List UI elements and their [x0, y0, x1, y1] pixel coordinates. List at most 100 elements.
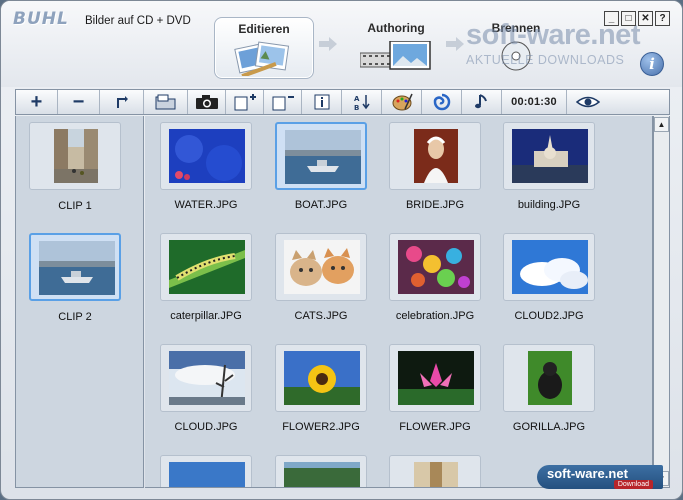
arrow-right-icon: [319, 37, 337, 51]
image-thumbnail[interactable]: [275, 344, 367, 412]
image-tile[interactable]: BOAT.JPG: [275, 122, 367, 211]
rotate-button[interactable]: [100, 90, 144, 114]
image-tile[interactable]: celebration.JPG: [389, 233, 481, 322]
sort-az-icon: A B: [354, 95, 370, 111]
image-label: WATER.JPG: [174, 199, 238, 211]
add-clip-button[interactable]: +: [16, 90, 58, 114]
palette-icon: [392, 93, 413, 111]
watermark-badge: soft-ware.net Download: [537, 465, 663, 489]
image-thumbnail[interactable]: [503, 344, 595, 412]
scroll-up-arrow-icon[interactable]: ▲: [654, 117, 669, 132]
image-thumbnail[interactable]: [503, 122, 595, 190]
edit-image-button[interactable]: [382, 90, 422, 114]
image-tile[interactable]: FLOWER.JPG: [389, 344, 481, 433]
remove-image-button[interactable]: [264, 90, 302, 114]
image-label: CLOUD.JPG: [174, 421, 238, 433]
transition-button[interactable]: [422, 90, 462, 114]
vertical-scrollbar[interactable]: ▲ ▼: [653, 116, 670, 488]
image-tile[interactable]: CATS.JPG: [275, 233, 367, 322]
image-tile[interactable]: caterpillar.JPG: [160, 233, 252, 322]
image-tile[interactable]: [389, 455, 481, 487]
image-label: BOAT.JPG: [294, 199, 348, 211]
music-button[interactable]: [462, 90, 502, 114]
image-thumbnail[interactable]: [275, 122, 367, 190]
edit-photos-icon: [233, 40, 295, 79]
image-thumbnail[interactable]: [160, 233, 252, 301]
clip-item[interactable]: CLIP 1: [29, 122, 121, 212]
camera-button[interactable]: [188, 90, 226, 114]
image-label: CLOUD2.JPG: [514, 310, 584, 322]
image-cats: [284, 240, 360, 294]
clip-image-street: [54, 129, 98, 183]
image-thumbnail[interactable]: [275, 455, 367, 487]
open-folder-button[interactable]: [144, 90, 188, 114]
swirl-icon: [433, 93, 450, 111]
step-edit-button[interactable]: Editieren: [214, 17, 314, 79]
app-title: Bilder auf CD + DVD: [85, 15, 191, 27]
step-authoring-label: Authoring: [367, 21, 425, 35]
image-thumbnail[interactable]: [160, 455, 252, 487]
image-flower2: [284, 351, 360, 405]
toolbar: + − A B 00:01:30: [15, 89, 670, 115]
clip-image-boat: [39, 241, 115, 295]
folder-icon: [155, 94, 175, 110]
image-tile[interactable]: [275, 455, 367, 487]
image-tile[interactable]: [160, 455, 252, 487]
duration-display: 00:01:30: [502, 90, 567, 114]
clip-item[interactable]: CLIP 2: [29, 233, 121, 323]
minimize-button[interactable]: _: [604, 11, 619, 26]
image-tile[interactable]: FLOWER2.JPG: [275, 344, 367, 433]
image-label: caterpillar.JPG: [170, 310, 242, 322]
header: BUHL Bilder auf CD + DVD Editieren Autho…: [1, 1, 682, 87]
close-button[interactable]: ✕: [638, 11, 653, 26]
image-grid: WATER.JPG BOAT.JPG BRIDE.JPG building.JP…: [145, 116, 653, 488]
authoring-film-icon: [359, 40, 432, 71]
add-page-icon: [234, 94, 256, 111]
image-cloud: [169, 351, 245, 405]
image-thumbnail[interactable]: [160, 344, 252, 412]
app-window: BUHL Bilder auf CD + DVD Editieren Autho…: [0, 0, 683, 500]
preview-button[interactable]: [567, 90, 609, 114]
maximize-button[interactable]: □: [621, 11, 636, 26]
buhl-logo: BUHL: [13, 9, 69, 29]
eye-icon: [576, 96, 600, 108]
sort-button[interactable]: A B: [342, 90, 382, 114]
image-thumbnail[interactable]: [389, 455, 481, 487]
image-thumbnail[interactable]: [389, 233, 481, 301]
clip-label: CLIP 2: [58, 311, 92, 323]
image-tile[interactable]: CLOUD2.JPG: [503, 233, 595, 322]
image-celebration: [398, 240, 474, 294]
image-partial-sky: [169, 462, 245, 487]
image-caterpillar: [169, 240, 245, 294]
image-tile[interactable]: WATER.JPG: [160, 122, 252, 211]
properties-button[interactable]: [302, 90, 342, 114]
watermark-subtitle: AKTUELLE DOWNLOADS: [466, 53, 625, 67]
image-label: FLOWER2.JPG: [282, 421, 360, 433]
svg-text:B: B: [354, 104, 359, 111]
clip-thumbnail[interactable]: [29, 233, 121, 301]
arrow-right-icon: [446, 37, 464, 51]
image-boat: [285, 130, 361, 184]
image-partial-trees: [284, 462, 360, 487]
image-thumbnail[interactable]: [160, 122, 252, 190]
image-tile[interactable]: building.JPG: [503, 122, 595, 211]
remove-clip-button[interactable]: −: [58, 90, 100, 114]
image-tile[interactable]: GORILLA.JPG: [503, 344, 595, 433]
image-bride: [414, 129, 458, 183]
image-label: GORILLA.JPG: [512, 421, 586, 433]
help-button[interactable]: ?: [655, 11, 670, 26]
clip-thumbnail[interactable]: [29, 122, 121, 190]
image-tile[interactable]: CLOUD.JPG: [160, 344, 252, 433]
image-thumbnail[interactable]: [389, 122, 481, 190]
image-partial-tower: [414, 462, 458, 487]
image-thumbnail[interactable]: [275, 233, 367, 301]
image-label: building.JPG: [517, 199, 581, 211]
image-thumbnail[interactable]: [389, 344, 481, 412]
image-tile[interactable]: BRIDE.JPG: [389, 122, 481, 211]
image-thumbnail[interactable]: [503, 233, 595, 301]
add-image-button[interactable]: [226, 90, 264, 114]
info-button[interactable]: i: [640, 52, 664, 76]
svg-text:A: A: [354, 95, 360, 103]
step-authoring-button[interactable]: Authoring: [351, 21, 441, 71]
watermark-badge-download: Download: [613, 480, 653, 489]
